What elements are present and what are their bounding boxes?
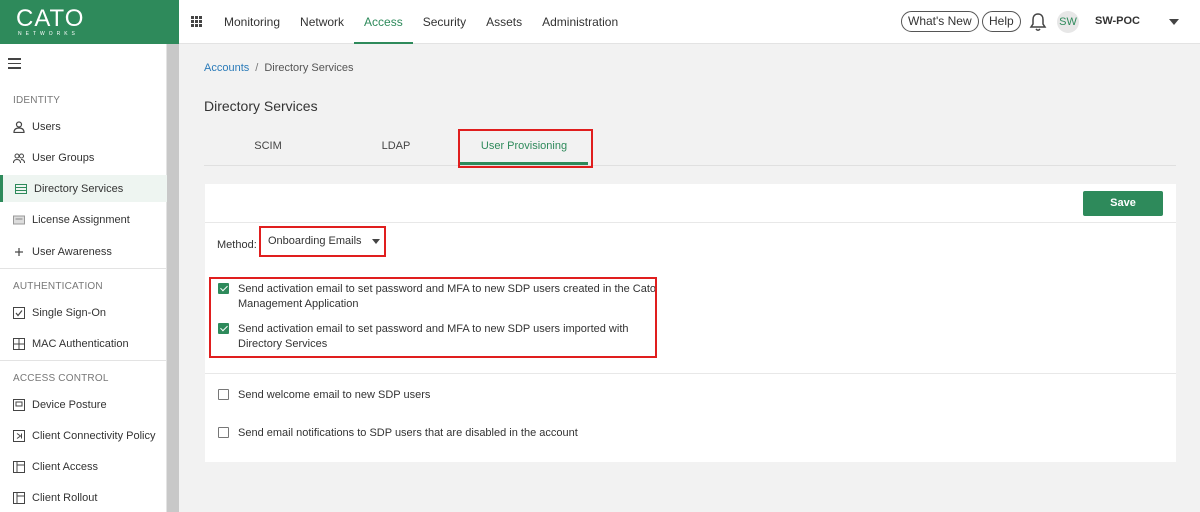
main-nav: Monitoring Network Access Security Asset… xyxy=(214,0,628,44)
tab-scim[interactable]: SCIM xyxy=(204,130,332,165)
highlight-box-tab xyxy=(458,129,593,168)
device-icon xyxy=(13,398,25,411)
option-label: Send welcome email to new SDP users xyxy=(238,389,431,401)
account-name[interactable]: SW-POC xyxy=(1095,15,1140,27)
sidebar-item-client-connectivity-policy[interactable]: Client Connectivity Policy xyxy=(0,422,167,449)
sidebar-item-license-assignment[interactable]: License Assignment xyxy=(0,206,167,233)
nav-access[interactable]: Access xyxy=(354,0,413,44)
option-disabled-notifications[interactable]: Send email notifications to SDP users th… xyxy=(218,426,658,441)
policy-icon xyxy=(13,429,25,442)
users-icon xyxy=(13,152,25,164)
nav-network[interactable]: Network xyxy=(290,0,354,44)
sidebar-item-label: Client Connectivity Policy xyxy=(32,429,156,442)
panel-icon xyxy=(13,460,25,473)
avatar[interactable]: SW xyxy=(1057,11,1079,33)
cato-logo[interactable]: CATO NETWORKS xyxy=(0,0,179,44)
nav-assets[interactable]: Assets xyxy=(476,0,532,44)
section-authentication: AUTHENTICATION xyxy=(13,281,103,292)
option-welcome-email[interactable]: Send welcome email to new SDP users xyxy=(218,388,658,403)
option-label: Send email notifications to SDP users th… xyxy=(238,427,578,439)
highlight-box-method xyxy=(259,226,386,257)
sidebar-item-client-rollout[interactable]: Client Rollout xyxy=(0,484,167,511)
license-icon xyxy=(13,214,25,226)
sidebar-scrollbar[interactable] xyxy=(167,44,179,512)
divider xyxy=(0,268,167,269)
sidebar-item-label: Directory Services xyxy=(34,182,124,195)
tab-ldap[interactable]: LDAP xyxy=(332,130,460,165)
sidebar-item-users[interactable]: Users xyxy=(0,113,167,140)
sidebar-item-user-awareness[interactable]: User Awareness xyxy=(0,238,167,265)
help-button[interactable]: Help xyxy=(982,11,1021,32)
sidebar-item-label: Client Rollout xyxy=(32,491,98,504)
nav-monitoring[interactable]: Monitoring xyxy=(214,0,290,44)
sidebar-item-label: User Awareness xyxy=(32,245,112,258)
grid-icon xyxy=(13,337,25,350)
sidebar-item-client-access[interactable]: Client Access xyxy=(0,453,167,480)
nav-administration[interactable]: Administration xyxy=(532,0,628,44)
sidebar-item-label: Single Sign-On xyxy=(32,306,106,319)
save-button[interactable]: Save xyxy=(1083,191,1163,216)
sidebar-item-user-groups[interactable]: User Groups xyxy=(0,144,167,171)
checkbox-welcome-email[interactable] xyxy=(218,389,229,400)
plus-icon xyxy=(13,246,25,258)
breadcrumb-accounts-link[interactable]: Accounts xyxy=(204,62,249,74)
sidebar-item-label: Client Access xyxy=(32,460,99,473)
sidebar-item-label: License Assignment xyxy=(32,213,130,226)
sidebar-item-label: Device Posture xyxy=(32,398,107,411)
apps-grid-icon[interactable] xyxy=(191,16,202,27)
chevron-down-icon[interactable] xyxy=(1169,19,1179,25)
checkbox-disabled-notifications[interactable] xyxy=(218,427,229,438)
page-title: Directory Services xyxy=(204,98,318,114)
method-label: Method: xyxy=(217,239,257,251)
whats-new-button[interactable]: What's New xyxy=(901,11,979,32)
sidebar-item-label: Users xyxy=(32,120,61,133)
section-identity: IDENTITY xyxy=(13,95,61,106)
nav-security[interactable]: Security xyxy=(413,0,476,44)
sidebar-item-single-sign-on[interactable]: Single Sign-On xyxy=(0,299,167,326)
bell-icon[interactable] xyxy=(1029,12,1047,32)
highlight-box-activation-options xyxy=(209,277,657,358)
logo-text: CATO xyxy=(16,5,85,32)
sidebar-item-device-posture[interactable]: Device Posture xyxy=(0,391,167,418)
top-bar: CATO NETWORKS Monitoring Network Access … xyxy=(0,0,1200,44)
sidebar-item-directory-services[interactable]: Directory Services xyxy=(0,175,167,202)
checkbox-icon xyxy=(13,306,25,319)
sidebar-item-label: MAC Authentication xyxy=(32,337,129,350)
menu-icon[interactable] xyxy=(8,58,21,69)
section-access-control: ACCESS CONTROL xyxy=(13,373,109,384)
logo-tagline: NETWORKS xyxy=(18,31,79,37)
divider xyxy=(205,373,1176,374)
breadcrumb: Accounts / Directory Services xyxy=(204,62,354,74)
divider xyxy=(0,360,167,361)
divider xyxy=(205,222,1176,223)
sidebar-item-label: User Groups xyxy=(32,151,95,164)
breadcrumb-current: Directory Services xyxy=(264,62,354,74)
list-icon xyxy=(15,183,27,195)
panel-icon xyxy=(13,491,25,504)
sidebar-item-mac-authentication[interactable]: MAC Authentication xyxy=(0,330,167,357)
breadcrumb-separator: / xyxy=(255,62,259,74)
sidebar: IDENTITY Users User Groups Directory Ser… xyxy=(0,44,167,512)
tab-bar: SCIM LDAP User Provisioning xyxy=(204,130,1176,166)
user-icon xyxy=(13,120,25,133)
